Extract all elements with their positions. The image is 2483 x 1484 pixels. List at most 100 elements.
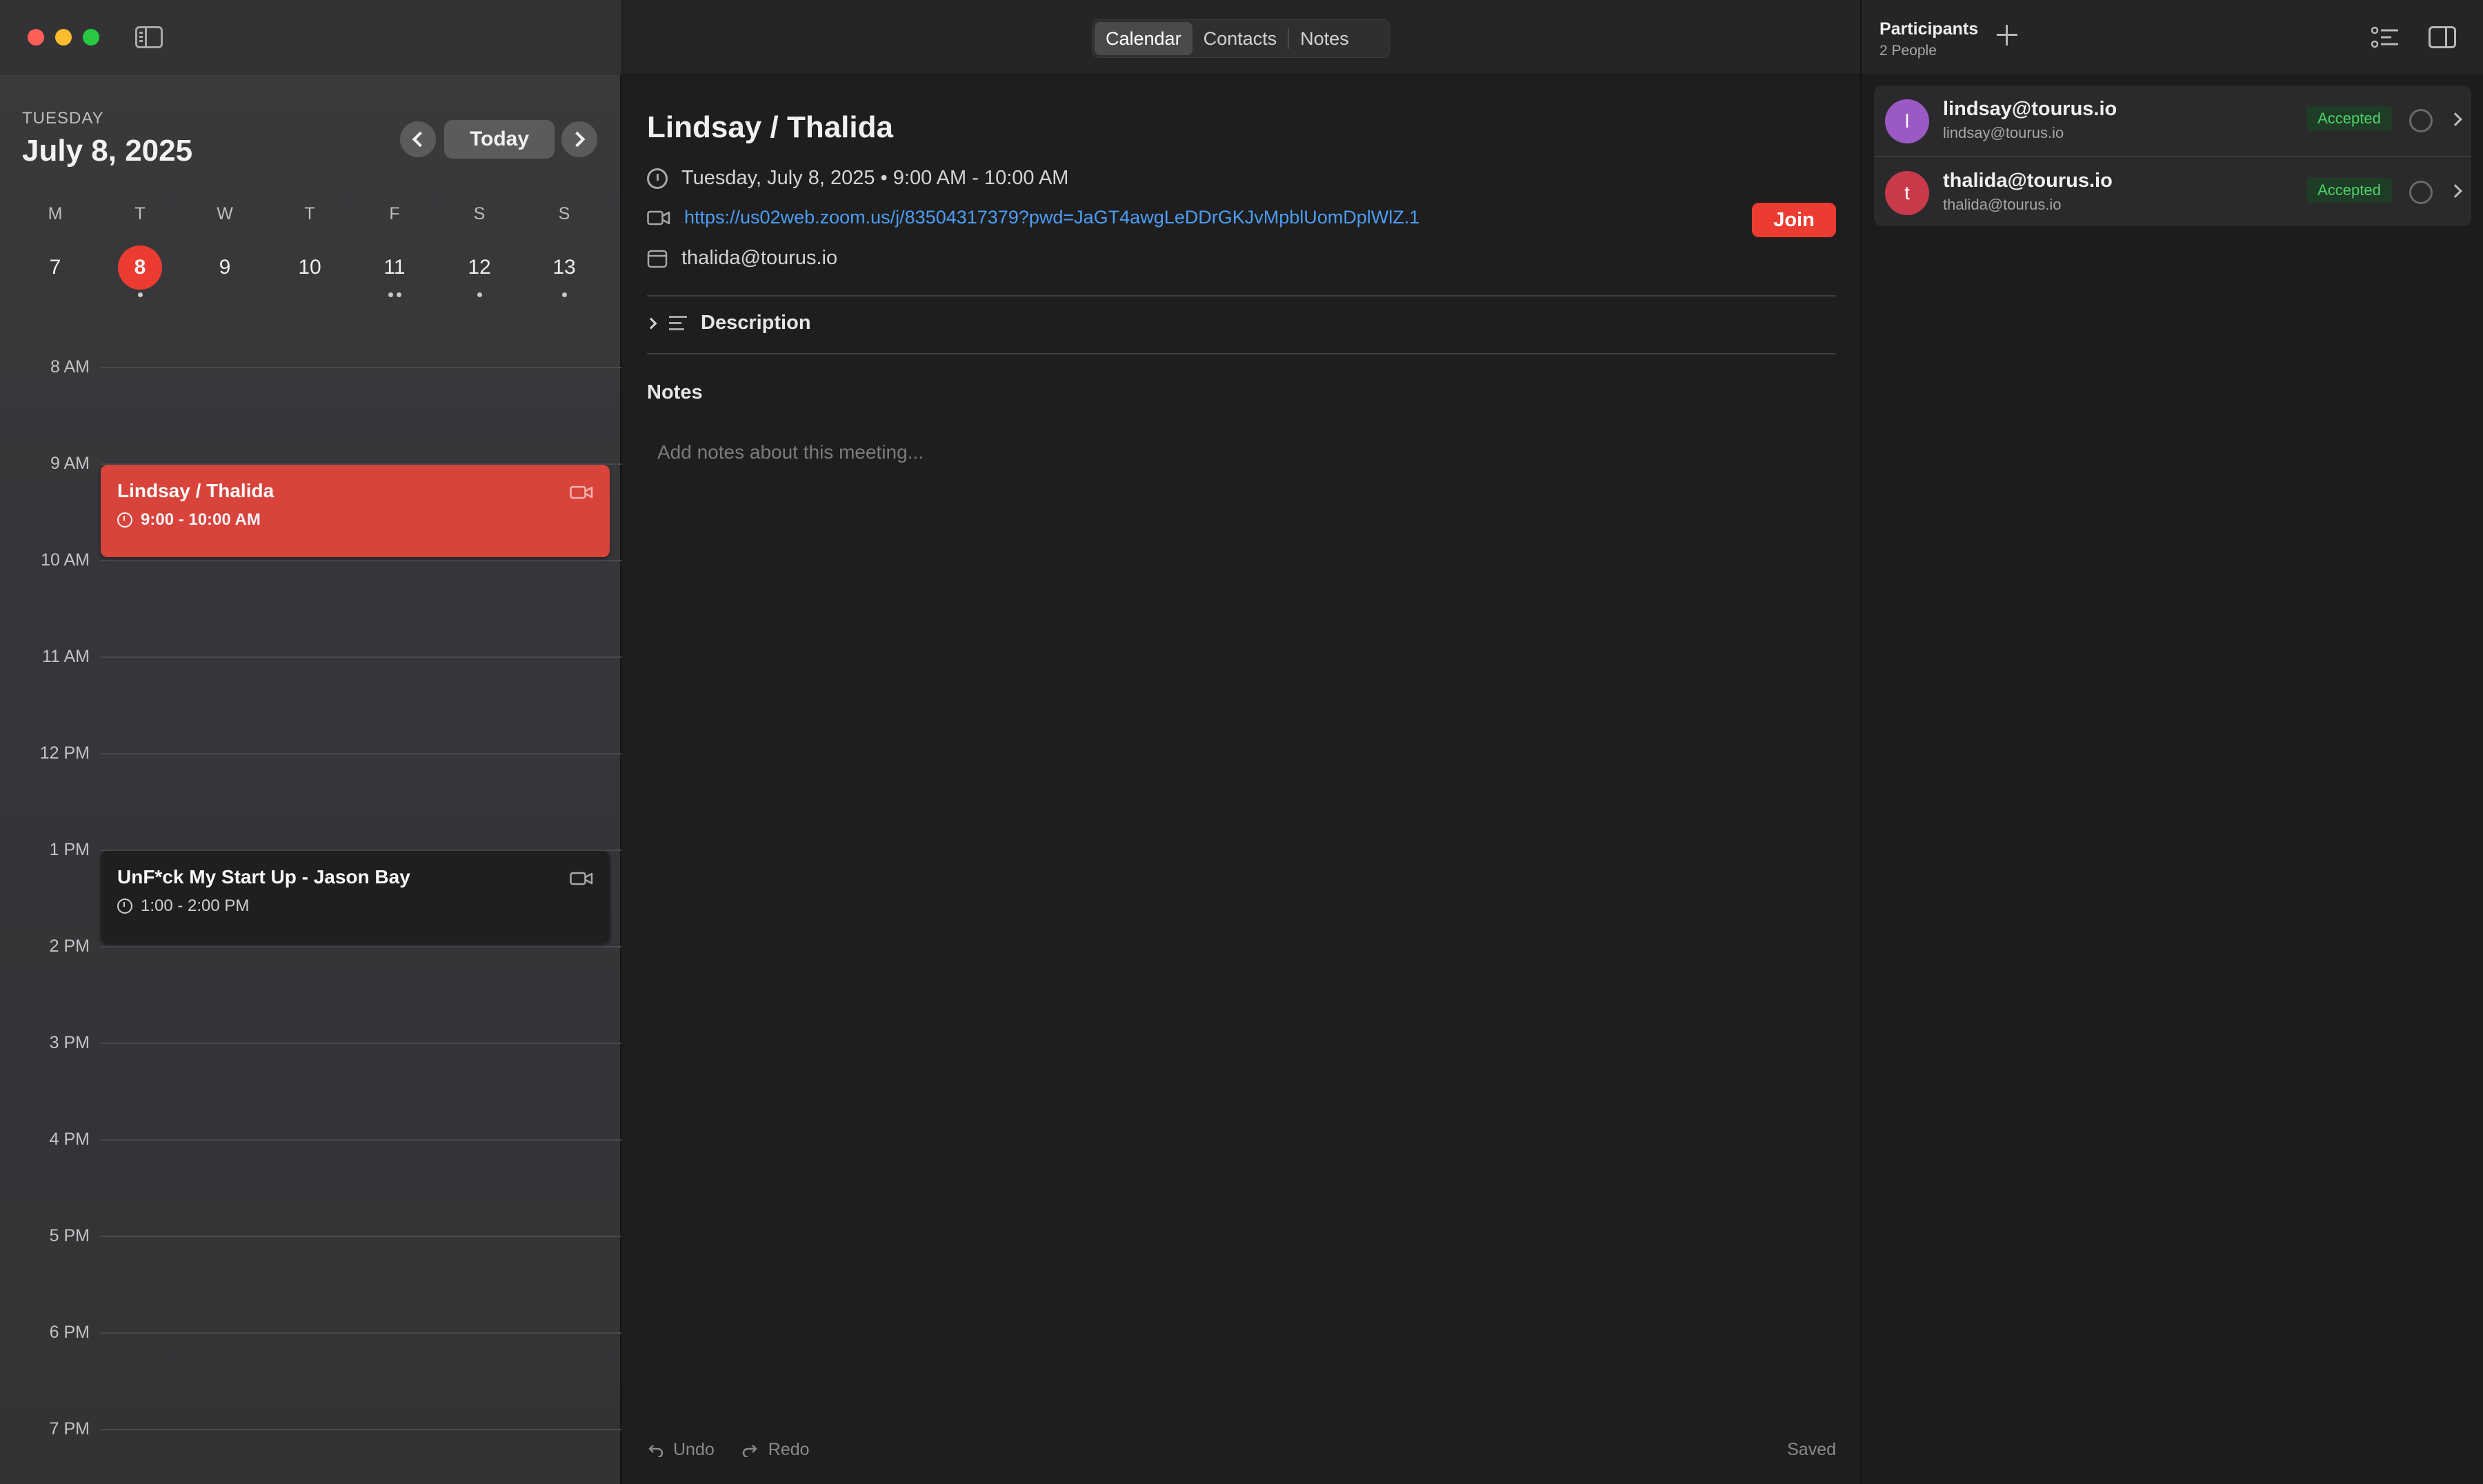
tab-calendar[interactable]: Calendar [1095, 22, 1193, 55]
hour-label: 9 AM [50, 454, 90, 473]
chevron-right-icon[interactable] [2449, 112, 2462, 126]
event-dot [396, 292, 401, 297]
select-participant-radio[interactable] [2409, 181, 2433, 204]
hour-label: 11 AM [41, 647, 90, 666]
section-divider [647, 295, 1836, 297]
participant-email: lindsay@tourus.io [1943, 124, 2064, 141]
hour-label: 3 PM [49, 1033, 90, 1052]
previous-week-button[interactable] [400, 121, 436, 157]
event-title: UnF*ck My Start Up - Jason Bay [117, 866, 410, 888]
tab-notes[interactable]: Notes [1289, 22, 1360, 55]
weekday-letter: F [389, 204, 400, 223]
editor-footer: Undo Redo Saved [647, 1440, 1836, 1460]
redo-icon [742, 1444, 757, 1457]
event-time-text: 9:00 - 10:00 AM [141, 510, 261, 529]
weekday-letter: T [304, 204, 315, 223]
hour-row: 12 PM [0, 743, 621, 763]
clock-icon [647, 168, 668, 189]
chevron-right-icon [569, 131, 586, 148]
hour-label: 7 PM [49, 1419, 90, 1438]
text-lines-icon [669, 315, 687, 331]
zoom-window-button[interactable] [83, 29, 99, 46]
status-badge: Accepted [2306, 106, 2392, 131]
video-camera-icon [570, 485, 593, 499]
close-window-button[interactable] [28, 29, 44, 46]
hour-gridline [101, 367, 621, 368]
undo-button[interactable]: Undo [673, 1440, 715, 1460]
event-time: 9:00 - 10:00 AM [117, 510, 593, 530]
week-day-12[interactable]: S 12 [445, 204, 514, 297]
redo-button[interactable]: Redo [768, 1440, 810, 1460]
description-disclosure[interactable]: Description [645, 312, 811, 334]
hour-label: 5 PM [49, 1226, 90, 1245]
event-time: 1:00 - 2:00 PM [117, 896, 593, 916]
hour-label: 4 PM [49, 1130, 90, 1149]
undo-icon [648, 1444, 664, 1457]
select-participant-radio[interactable] [2409, 109, 2433, 132]
event-detail-pane: Calendar Contacts Notes Lindsay / Thalid… [623, 0, 1860, 1484]
week-day-13[interactable]: S 13 [530, 204, 599, 297]
tab-contacts[interactable]: Contacts [1193, 22, 1288, 55]
clock-icon [117, 512, 132, 528]
meeting-notes-input[interactable] [657, 441, 1830, 463]
section-divider [647, 353, 1836, 354]
hour-row: 8 AM [0, 357, 621, 377]
event-unfck-my-startup[interactable]: UnF*ck My Start Up - Jason Bay 1:00 - 2:… [101, 851, 610, 943]
event-datetime-row: Tuesday, July 8, 2025 • 9:00 AM - 10:00 … [647, 167, 1068, 190]
checklist-icon[interactable] [2371, 25, 2400, 50]
week-day-9[interactable]: W 9 [190, 204, 259, 279]
hour-label: 12 PM [39, 743, 90, 763]
status-badge: Accepted [2306, 178, 2392, 203]
participants-title: Participants [1879, 19, 1979, 39]
participant-row[interactable]: t thalida@tourus.io thalida@tourus.io Ac… [1874, 156, 2471, 226]
meeting-link[interactable]: https://us02web.zoom.us/j/83504317379?pw… [684, 207, 1419, 228]
hour-gridline [101, 560, 621, 561]
participant-name: thalida@tourus.io [1943, 170, 2113, 192]
sidebar-toggle-icon[interactable] [135, 26, 163, 48]
add-participant-icon[interactable] [1997, 25, 2017, 46]
weekday-letter: W [217, 204, 233, 223]
week-day-8[interactable]: T 8 [106, 204, 174, 297]
event-dot [477, 292, 482, 297]
day-number: 7 [49, 256, 61, 279]
avatar: l [1885, 99, 1929, 143]
today-button[interactable]: Today [444, 120, 555, 159]
hour-row: 10 AM [0, 550, 621, 570]
join-meeting-button[interactable]: Join [1752, 203, 1836, 237]
day-number: 9 [219, 256, 231, 279]
view-switcher: Calendar Contacts Notes [1092, 19, 1390, 58]
event-lindsay-thalida[interactable]: Lindsay / Thalida 9:00 - 10:00 AM [101, 465, 610, 557]
description-label: Description [701, 312, 811, 334]
calendar-account: thalida@tourus.io [681, 247, 838, 269]
event-time-text: 1:00 - 2:00 PM [141, 896, 250, 915]
avatar: t [1885, 171, 1929, 215]
notes-heading: Notes [647, 381, 703, 403]
hour-gridline [101, 1429, 621, 1430]
participant-name: lindsay@tourus.io [1943, 98, 2117, 120]
day-number: 11 [383, 256, 406, 279]
next-week-button[interactable] [561, 121, 597, 157]
event-datetime: Tuesday, July 8, 2025 • 9:00 AM - 10:00 … [681, 167, 1069, 189]
hour-gridline [101, 946, 621, 947]
week-day-10[interactable]: T 10 [275, 204, 344, 279]
participant-row[interactable]: l lindsay@tourus.io lindsay@tourus.io Ac… [1874, 86, 2471, 156]
participants-list: l lindsay@tourus.io lindsay@tourus.io Ac… [1874, 86, 2471, 226]
hour-gridline [101, 753, 621, 754]
chevron-right-icon [645, 317, 657, 329]
day-number: 8 [118, 245, 162, 290]
hour-gridline [101, 1043, 621, 1044]
day-number: 13 [552, 256, 576, 279]
hour-label: 8 AM [50, 357, 90, 377]
participants-header: Participants 2 People [1862, 0, 2483, 74]
hour-row: 3 PM [0, 1033, 621, 1052]
minimize-window-button[interactable] [55, 29, 72, 46]
hour-row: 6 PM [0, 1323, 621, 1342]
event-link-row: https://us02web.zoom.us/j/83504317379?pw… [647, 207, 1419, 228]
save-status: Saved [1787, 1440, 1836, 1459]
hour-row: 11 AM [0, 647, 621, 666]
hour-label: 2 PM [49, 936, 90, 956]
week-day-7[interactable]: M 7 [21, 204, 90, 279]
week-day-11[interactable]: F 11 [360, 204, 429, 297]
chevron-right-icon[interactable] [2449, 184, 2462, 198]
toggle-inspector-icon[interactable] [2429, 26, 2456, 48]
